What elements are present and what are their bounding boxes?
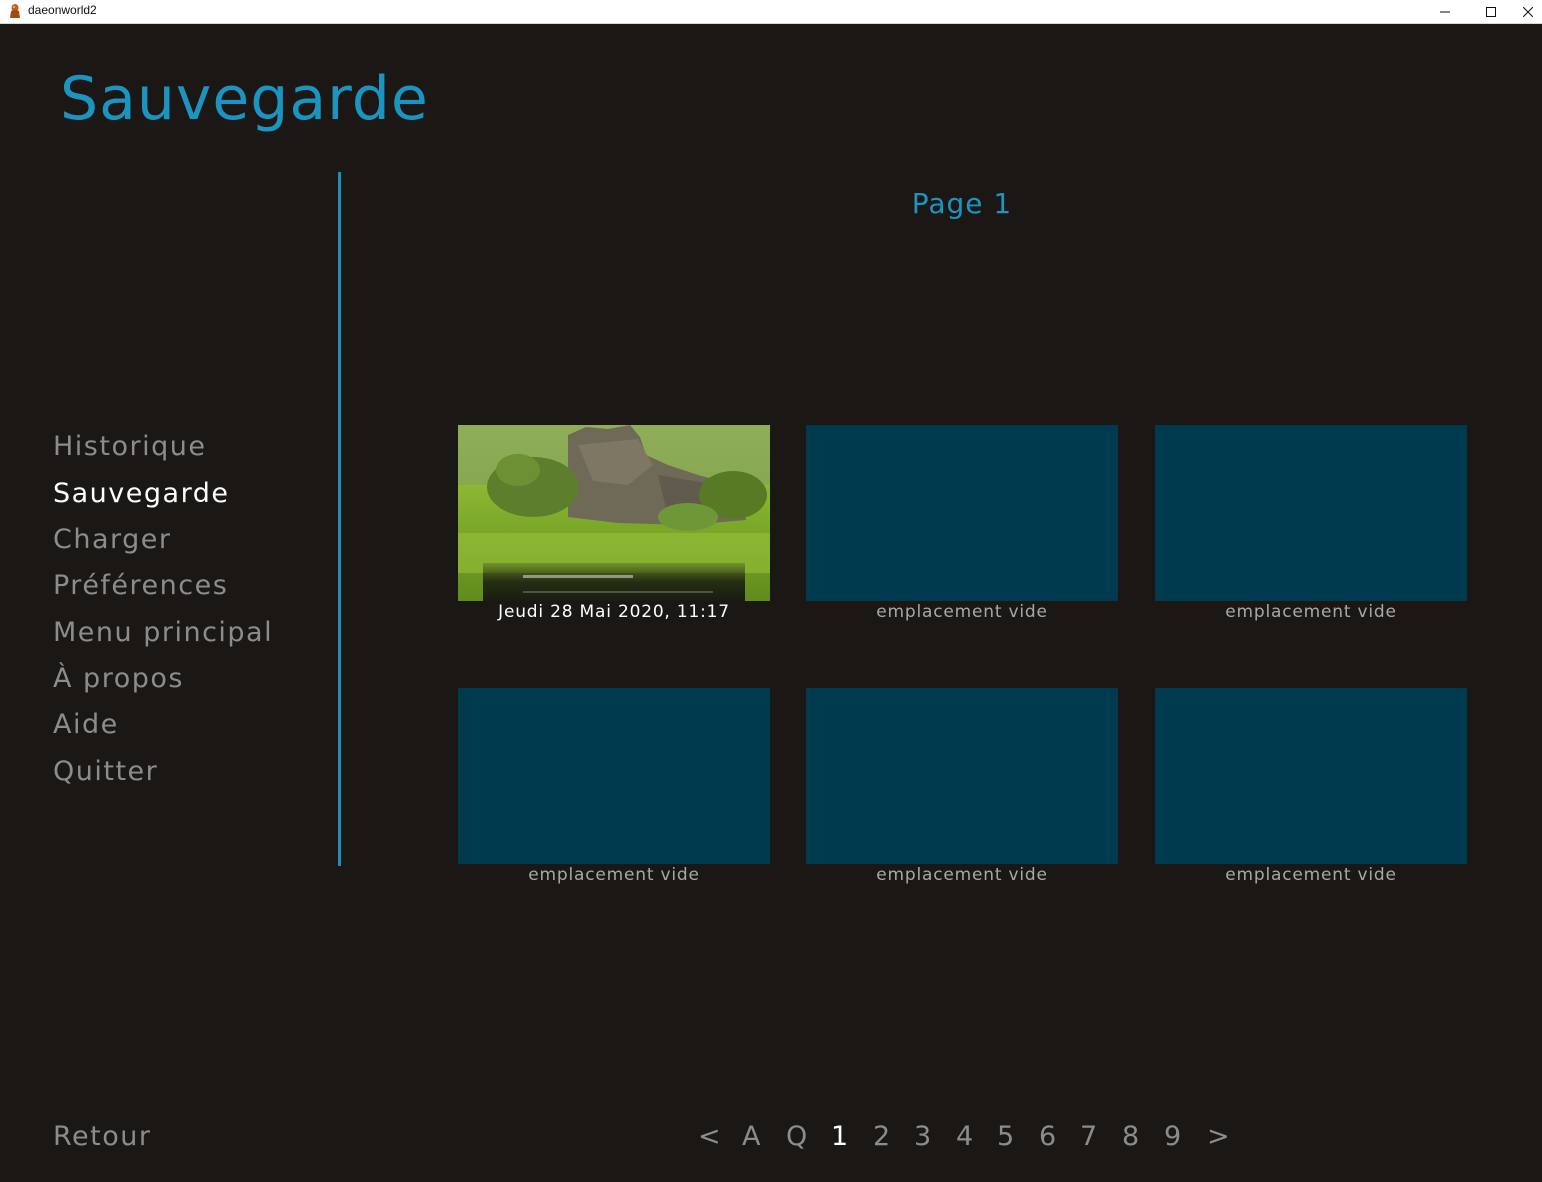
app-icon [9,3,21,19]
nav-item-charger[interactable]: Charger [53,523,172,557]
page-auto-button[interactable]: A [742,1119,760,1155]
save-slot-caption: emplacement vide [876,602,1048,622]
page-9-button[interactable]: 9 [1164,1119,1181,1155]
empty-slot-thumbnail [806,688,1118,864]
nav-item-quitter[interactable]: Quitter [53,755,158,789]
screen-title: Sauvegarde [60,64,429,134]
maximize-button[interactable] [1468,0,1514,23]
save-slot-2[interactable]: emplacement vide [806,425,1118,622]
page-2-button[interactable]: 2 [873,1119,890,1155]
page-navigation: < A Q 1 2 3 4 5 6 7 8 9 > [0,1119,1542,1159]
nav-item-sauvegarde[interactable]: Sauvegarde [53,477,229,511]
nav-item-menu-principal[interactable]: Menu principal [53,616,273,650]
maximize-icon [1486,2,1496,21]
empty-slot-thumbnail [806,425,1118,601]
page-5-button[interactable]: 5 [997,1119,1014,1155]
save-slot-caption: emplacement vide [528,865,700,885]
page-quick-button[interactable]: Q [786,1119,807,1155]
close-button[interactable] [1514,0,1542,23]
save-thumbnail [458,425,770,601]
page-8-button[interactable]: 8 [1122,1119,1139,1155]
save-slot-6[interactable]: emplacement vide [1155,688,1467,885]
empty-slot-thumbnail [1155,425,1467,601]
menu-divider [338,172,341,866]
nav-item-aide[interactable]: Aide [53,708,119,742]
page-label: Page 1 [911,187,1013,220]
save-slot-caption: emplacement vide [1225,602,1397,622]
nav-item-historique[interactable]: Historique [53,430,206,464]
nav-item-preferences[interactable]: Préférences [53,569,228,603]
page-1-button[interactable]: 1 [831,1119,848,1155]
save-slot-caption: Jeudi 28 Mai 2020, 11:17 [498,602,730,622]
page-4-button[interactable]: 4 [956,1119,973,1155]
next-page-button[interactable]: > [1207,1119,1230,1155]
page-7-button[interactable]: 7 [1080,1119,1097,1155]
save-slot-5[interactable]: emplacement vide [806,688,1118,885]
save-slot-caption: emplacement vide [1225,865,1397,885]
nav-item-a-propos[interactable]: À propos [53,662,184,696]
save-slot-caption: emplacement vide [876,865,1048,885]
close-icon [1522,2,1534,21]
save-slot-4[interactable]: emplacement vide [458,688,770,885]
page-6-button[interactable]: 6 [1039,1119,1056,1155]
minimize-icon [1440,2,1450,21]
save-slot-3[interactable]: emplacement vide [1155,425,1467,622]
window-titlebar: daeonworld2 [0,0,1542,24]
empty-slot-thumbnail [1155,688,1467,864]
minimize-button[interactable] [1422,0,1468,23]
save-slot-1[interactable]: Jeudi 28 Mai 2020, 11:17 [458,425,770,622]
page-3-button[interactable]: 3 [914,1119,931,1155]
empty-slot-thumbnail [458,688,770,864]
window-title: daeonworld2 [28,3,97,17]
prev-page-button[interactable]: < [698,1119,721,1155]
game-screen: Sauvegarde Historique Sauvegarde Charger… [0,24,1542,1182]
